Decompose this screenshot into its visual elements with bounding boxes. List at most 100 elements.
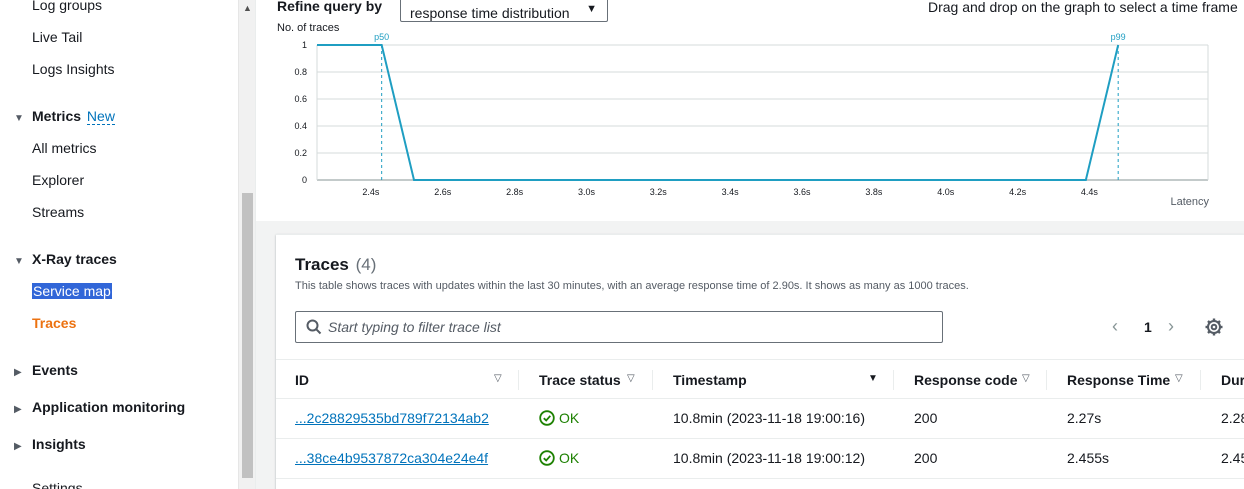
y-tick-label: 0.6 bbox=[294, 94, 307, 104]
insights-label: Insights bbox=[32, 436, 86, 452]
check-circle-icon bbox=[539, 410, 555, 426]
trace-filter-box[interactable] bbox=[295, 311, 943, 343]
y-tick-label: 0.8 bbox=[294, 67, 307, 77]
sidebar-item-all-metrics[interactable]: All metrics bbox=[32, 140, 97, 156]
x-tick-label: 2.4s bbox=[362, 187, 380, 197]
column-header-response-code[interactable]: Response code bbox=[914, 372, 1017, 388]
gear-icon[interactable] bbox=[1205, 318, 1223, 336]
status-text: OK bbox=[559, 410, 580, 426]
main-content: Refine query by response time distributi… bbox=[256, 0, 1244, 489]
y-axis-label: No. of traces bbox=[277, 22, 340, 34]
events-label: Events bbox=[32, 362, 78, 378]
x-tick-label: 3.0s bbox=[578, 187, 596, 197]
new-badge[interactable]: New bbox=[86, 108, 115, 125]
sort-descending-icon[interactable]: ▼ bbox=[868, 373, 878, 384]
sidebar-item-logs-insights[interactable]: Logs Insights bbox=[32, 61, 115, 77]
column-separator bbox=[518, 370, 519, 390]
y-tick-label: 1 bbox=[302, 40, 307, 50]
column-header-duration[interactable]: Duration bbox=[1221, 372, 1244, 388]
status-text: OK bbox=[559, 450, 580, 466]
sidebar-item-traces[interactable]: Traces bbox=[32, 315, 76, 331]
caret-down-icon: ▼ bbox=[14, 256, 24, 267]
application-monitoring-label: Application monitoring bbox=[32, 399, 186, 415]
sidebar: Log groups Live Tail Logs Insights ▼ Metr… bbox=[0, 0, 256, 489]
table-row: ...2c28829535bd789f72134ab2 OK 10.8min (… bbox=[276, 399, 1244, 439]
trace-id-link[interactable]: ...2c28829535bd789f72134ab2 bbox=[295, 410, 489, 426]
y-tick-label: 0 bbox=[302, 175, 307, 185]
caret-right-icon: ▶ bbox=[14, 367, 22, 378]
response-time-cell: 2.455s bbox=[1067, 450, 1110, 466]
response-time-cell: 2.27s bbox=[1067, 410, 1102, 426]
x-tick-label: 3.4s bbox=[722, 187, 740, 197]
column-header-timestamp[interactable]: Timestamp bbox=[673, 372, 747, 388]
traces-title: Traces (4) bbox=[295, 255, 376, 275]
chevron-left-icon[interactable]: ‹ bbox=[1112, 317, 1118, 335]
sidebar-section-application-monitoring[interactable]: ▶ Application monitoring bbox=[14, 399, 185, 415]
x-tick-label: 4.0s bbox=[937, 187, 955, 197]
x-tick-label: 2.6s bbox=[434, 187, 452, 197]
column-separator bbox=[652, 370, 653, 390]
traces-description: This table shows traces with updates wit… bbox=[295, 280, 969, 292]
metrics-label: Metrics bbox=[32, 108, 82, 124]
caret-right-icon: ▶ bbox=[14, 404, 22, 415]
x-axis-label: Latency bbox=[1170, 196, 1209, 208]
column-header-response-time[interactable]: Response Time bbox=[1067, 372, 1170, 388]
sidebar-section-insights[interactable]: ▶ Insights bbox=[14, 436, 86, 452]
sort-icon[interactable]: ▽ bbox=[1022, 373, 1030, 384]
sidebar-item-log-groups[interactable]: Log groups bbox=[32, 0, 102, 13]
sort-icon[interactable]: ▽ bbox=[1175, 373, 1183, 384]
service-map-label: Service map bbox=[32, 283, 112, 299]
traces-panel: Traces (4) This table shows traces with … bbox=[276, 234, 1244, 489]
sidebar-scrollbar[interactable]: ▲ bbox=[238, 0, 255, 489]
timestamp-cell: 10.8min (2023-11-18 19:00:12) bbox=[673, 450, 865, 466]
search-icon bbox=[306, 319, 322, 335]
column-header-id[interactable]: ID bbox=[295, 372, 309, 388]
table-row: ...38ce4b9537872ca304e24e4f OK 10.8min (… bbox=[276, 439, 1244, 479]
table-header: ID ▽ Trace status ▽ Timestamp ▼ Response… bbox=[276, 359, 1244, 399]
xray-label: X-Ray traces bbox=[32, 251, 117, 267]
x-tick-label: 3.8s bbox=[865, 187, 883, 197]
scrollbar-thumb[interactable] bbox=[242, 193, 253, 478]
duration-cell: 2.28 bbox=[1221, 410, 1244, 426]
sidebar-section-xray[interactable]: ▼ X-Ray traces bbox=[14, 251, 117, 267]
x-tick-label: 4.2s bbox=[1009, 187, 1027, 197]
column-separator bbox=[893, 370, 894, 390]
sidebar-item-live-tail[interactable]: Live Tail bbox=[32, 29, 82, 45]
trace-status: OK bbox=[539, 410, 579, 426]
column-header-trace-status[interactable]: Trace status bbox=[539, 372, 621, 388]
x-tick-label: 2.8s bbox=[506, 187, 524, 197]
percentile-marker-label: p99 bbox=[1111, 32, 1126, 42]
traces-title-text: Traces bbox=[295, 255, 349, 274]
sidebar-item-explorer[interactable]: Explorer bbox=[32, 172, 84, 188]
y-tick-label: 0.2 bbox=[294, 148, 307, 158]
latency-series-line bbox=[317, 44, 1120, 181]
sort-icon[interactable]: ▽ bbox=[627, 373, 635, 384]
chart-panel: Refine query by response time distributi… bbox=[256, 0, 1244, 221]
x-tick-label: 3.2s bbox=[650, 187, 668, 197]
trace-id-link[interactable]: ...38ce4b9537872ca304e24e4f bbox=[295, 450, 488, 466]
chevron-right-icon[interactable]: › bbox=[1168, 317, 1174, 335]
sidebar-section-events[interactable]: ▶ Events bbox=[14, 362, 78, 378]
response-code-cell: 200 bbox=[914, 410, 938, 426]
sidebar-section-metrics[interactable]: ▼ Metrics New bbox=[14, 108, 115, 125]
sidebar-item-service-map[interactable]: Service map bbox=[32, 283, 112, 299]
trace-filter-input[interactable] bbox=[328, 313, 928, 341]
percentile-marker-label: p50 bbox=[374, 32, 389, 42]
latency-distribution-chart[interactable]: No. of traces 0 0.2 0.4 0.6 0.8 1 2.4s 2.6s 2.8s 3… bbox=[256, 0, 1244, 221]
sidebar-item-settings[interactable]: Settings bbox=[32, 480, 83, 489]
check-circle-icon bbox=[539, 450, 555, 466]
column-separator bbox=[1046, 370, 1047, 390]
x-tick-label: 3.6s bbox=[794, 187, 812, 197]
timestamp-cell: 10.8min (2023-11-18 19:00:16) bbox=[673, 410, 865, 426]
caret-down-icon: ▼ bbox=[14, 113, 24, 124]
page-number[interactable]: 1 bbox=[1144, 319, 1152, 335]
traces-count: (4) bbox=[355, 255, 377, 274]
x-tick-label: 4.4s bbox=[1081, 187, 1099, 197]
duration-cell: 2.45 bbox=[1221, 450, 1244, 466]
trace-status: OK bbox=[539, 450, 579, 466]
response-code-cell: 200 bbox=[914, 450, 938, 466]
column-separator bbox=[1200, 370, 1201, 390]
sidebar-item-streams[interactable]: Streams bbox=[32, 204, 84, 220]
scroll-up-arrow-icon[interactable]: ▲ bbox=[239, 0, 256, 17]
sort-icon[interactable]: ▽ bbox=[494, 373, 502, 384]
